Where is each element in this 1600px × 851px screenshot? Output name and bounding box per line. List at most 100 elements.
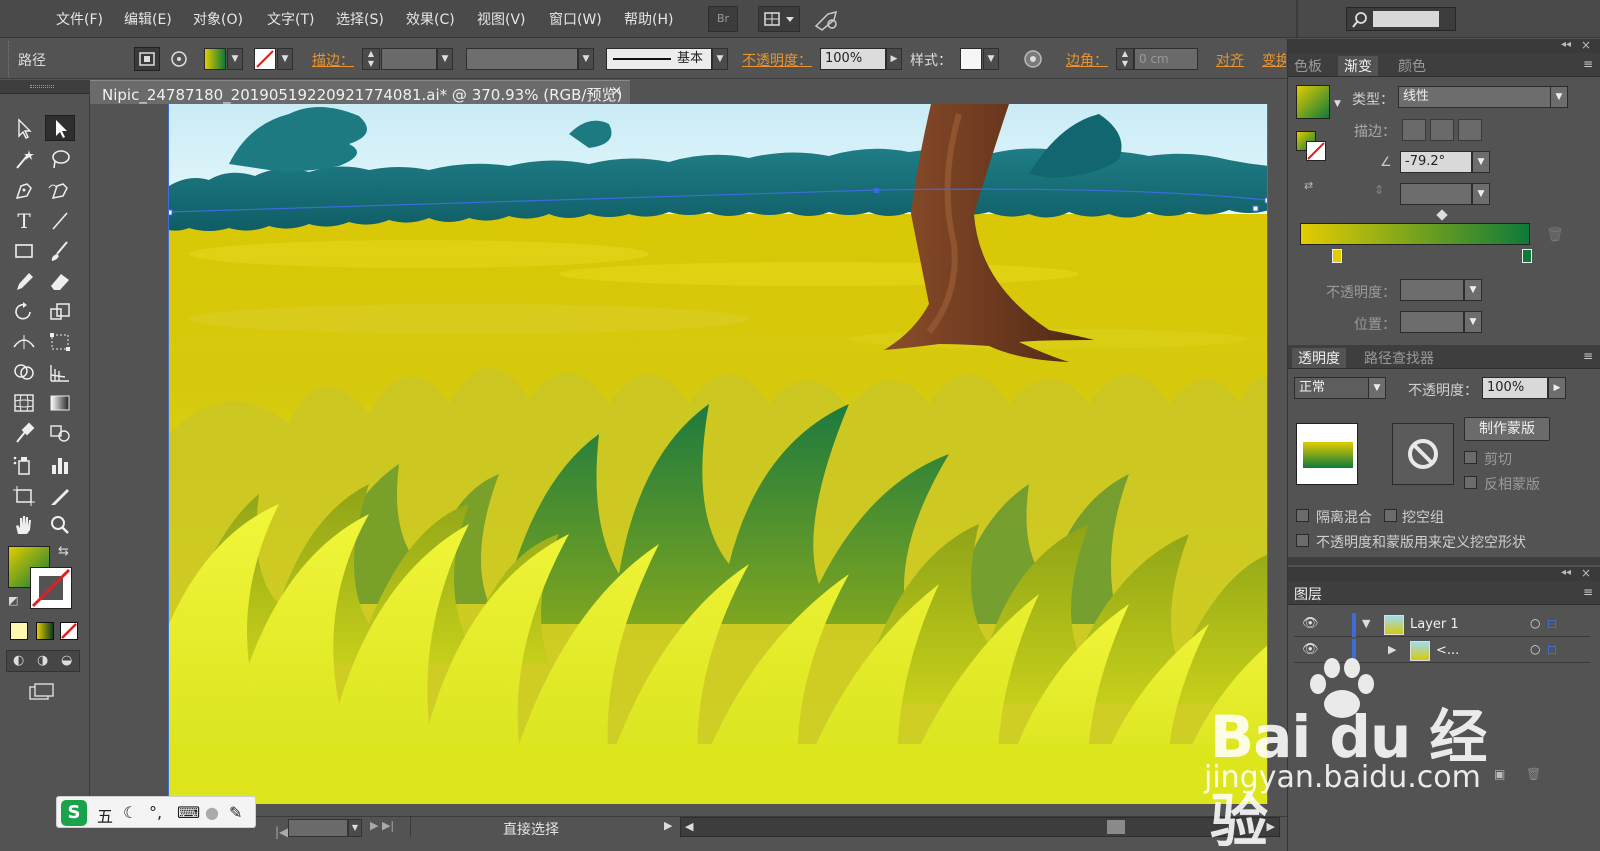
artboard-dropdown[interactable]: ▼ xyxy=(348,819,362,837)
default-colors-icon[interactable]: ◩ xyxy=(8,594,18,607)
sogou-logo-icon[interactable]: S xyxy=(61,800,87,826)
shape-builder-tool[interactable] xyxy=(9,359,39,385)
gradient-type-dropdown[interactable]: ▼ xyxy=(1550,86,1568,108)
new-layer-icon[interactable]: ▣ xyxy=(1494,767,1505,781)
document-tab[interactable]: Nipic_24787180_20190519220921774081.ai* … xyxy=(90,80,630,104)
pen-tool[interactable] xyxy=(9,178,39,204)
transparency-opacity-input[interactable]: 100% xyxy=(1482,377,1548,399)
next-artboard-icon[interactable]: ▶ ▶| xyxy=(370,819,394,832)
menu-file[interactable]: 文件(F) xyxy=(56,9,103,29)
pencil-tool[interactable] xyxy=(9,268,39,294)
selection-indicator[interactable] xyxy=(1548,646,1556,654)
eyedropper-tool[interactable] xyxy=(9,420,39,446)
symbol-sprayer-tool[interactable] xyxy=(9,452,39,478)
gradient-stroke-indicator[interactable] xyxy=(1306,141,1326,161)
draw-behind-icon[interactable]: ◑ xyxy=(37,653,48,668)
paintbrush-tool[interactable] xyxy=(45,238,75,264)
moon-icon[interactable]: ☾ xyxy=(123,803,137,822)
brush-definition[interactable]: 基本 xyxy=(606,48,712,70)
aspect-ratio-input[interactable] xyxy=(1400,183,1472,205)
make-mask-button[interactable]: 制作蒙版 xyxy=(1464,417,1550,441)
menu-type[interactable]: 文字(T) xyxy=(267,9,314,29)
fill-swatch[interactable] xyxy=(204,48,226,70)
stop-location-dropdown[interactable]: ▼ xyxy=(1464,311,1482,333)
ime-mode-label[interactable]: 五 xyxy=(97,803,113,827)
sublayer-name[interactable]: <... xyxy=(1436,643,1459,658)
scrollbar-thumb[interactable] xyxy=(1107,820,1125,834)
type-tool[interactable]: T xyxy=(9,208,39,234)
target-icon[interactable]: ○ xyxy=(1530,616,1540,630)
swap-fill-stroke-icon[interactable]: ⇆ xyxy=(58,544,69,559)
panel-menu-icon[interactable]: ≡ xyxy=(1583,349,1593,363)
artboard-tool[interactable] xyxy=(9,483,39,509)
zoom-tool[interactable] xyxy=(45,512,75,538)
stroke-label[interactable]: 描边： xyxy=(312,50,354,70)
gradient-angle-input[interactable]: -79.2° xyxy=(1400,151,1472,173)
tab-swatches[interactable]: 色板 xyxy=(1294,56,1322,76)
collapse-panel-icon[interactable]: ◂◂ xyxy=(1561,567,1571,578)
tab-transparency[interactable]: 透明度 xyxy=(1292,348,1346,368)
stop-location-input[interactable] xyxy=(1400,311,1464,333)
opacity-mask-knockout-checkbox[interactable] xyxy=(1296,534,1309,547)
tab-color[interactable]: 颜色 xyxy=(1398,56,1426,76)
opacity-input[interactable]: 100% xyxy=(820,48,886,70)
panel-menu-icon[interactable]: ≡ xyxy=(1583,585,1593,599)
stroke-swatch[interactable] xyxy=(254,48,276,70)
gradient-preset-dropdown-icon[interactable]: ▼ xyxy=(1334,99,1341,109)
gradient-mode-button[interactable] xyxy=(36,622,54,640)
slice-tool[interactable] xyxy=(45,483,75,509)
object-thumbnail[interactable] xyxy=(1296,423,1358,485)
scroll-left-icon[interactable]: ◀ xyxy=(685,820,693,833)
align-label[interactable]: 对齐 xyxy=(1216,50,1244,70)
menu-select[interactable]: 选择(S) xyxy=(336,9,384,29)
fill-dropdown[interactable]: ▼ xyxy=(227,48,243,70)
selection-tool[interactable] xyxy=(9,116,39,142)
anchor-point[interactable] xyxy=(1264,197,1268,204)
column-graph-tool[interactable] xyxy=(45,452,75,478)
direct-selection-tool[interactable] xyxy=(45,115,75,141)
anchor-point[interactable] xyxy=(169,209,173,216)
corner-radius-input[interactable]: 0 cm xyxy=(1134,48,1198,70)
rectangle-tool[interactable] xyxy=(9,238,39,264)
close-dock-icon[interactable]: × xyxy=(1581,38,1591,52)
stroke-color-box[interactable] xyxy=(30,567,72,609)
selection-indicator[interactable] xyxy=(1548,620,1556,628)
recolor-artwork-button[interactable] xyxy=(1022,48,1044,70)
gradient-tool[interactable] xyxy=(45,390,75,416)
clip-checkbox[interactable] xyxy=(1464,451,1477,464)
draw-inside-icon[interactable]: ◒ xyxy=(61,653,72,668)
menu-help[interactable]: 帮助(H) xyxy=(624,9,673,29)
screen-mode-button[interactable] xyxy=(28,682,56,702)
collapse-dock-icon[interactable]: ◂◂ xyxy=(1561,39,1571,50)
visibility-eye-icon[interactable]: 👁 xyxy=(1302,642,1319,657)
menu-window[interactable]: 窗口(W) xyxy=(549,9,602,29)
blend-mode-dropdown[interactable]: ▼ xyxy=(1368,377,1386,399)
mesh-tool[interactable] xyxy=(9,390,39,416)
gradient-angle-dropdown[interactable]: ▼ xyxy=(1472,151,1490,173)
delete-layer-icon[interactable]: 🗑 xyxy=(1526,767,1541,781)
hand-tool[interactable] xyxy=(9,512,39,538)
delete-stop-icon[interactable]: 🗑 xyxy=(1546,227,1564,243)
free-transform-tool[interactable] xyxy=(45,329,75,355)
draw-normal-icon[interactable]: ◐ xyxy=(13,653,24,668)
magic-wand-tool[interactable] xyxy=(9,146,39,172)
menu-object[interactable]: 对象(O) xyxy=(193,9,243,29)
curvature-tool[interactable] xyxy=(45,178,75,204)
none-mode-button[interactable] xyxy=(60,622,78,640)
stop-opacity-input[interactable] xyxy=(1400,279,1464,301)
stroke-gradient-options[interactable] xyxy=(1402,119,1484,141)
variable-width-dropdown[interactable]: ▼ xyxy=(578,48,594,70)
tab-pathfinder[interactable]: 路径查找器 xyxy=(1364,348,1434,368)
brush-definition-dropdown[interactable]: ▼ xyxy=(712,48,728,70)
anchor-point[interactable] xyxy=(1252,205,1259,212)
stroke-weight-input[interactable] xyxy=(381,48,437,70)
stroke-weight-dropdown[interactable]: ▼ xyxy=(437,48,453,70)
horizontal-scrollbar[interactable]: ◀ ▶ xyxy=(680,817,1280,837)
gradient-midpoint-handle[interactable] xyxy=(1436,209,1448,221)
mask-thumbnail[interactable] xyxy=(1392,423,1454,485)
lasso-tool[interactable] xyxy=(45,146,75,172)
opacity-flyout[interactable]: ▶ xyxy=(886,48,902,70)
close-panel-icon[interactable]: × xyxy=(1581,566,1591,580)
blend-tool[interactable] xyxy=(45,420,75,446)
gradient-preview-swatch[interactable] xyxy=(1296,85,1330,119)
